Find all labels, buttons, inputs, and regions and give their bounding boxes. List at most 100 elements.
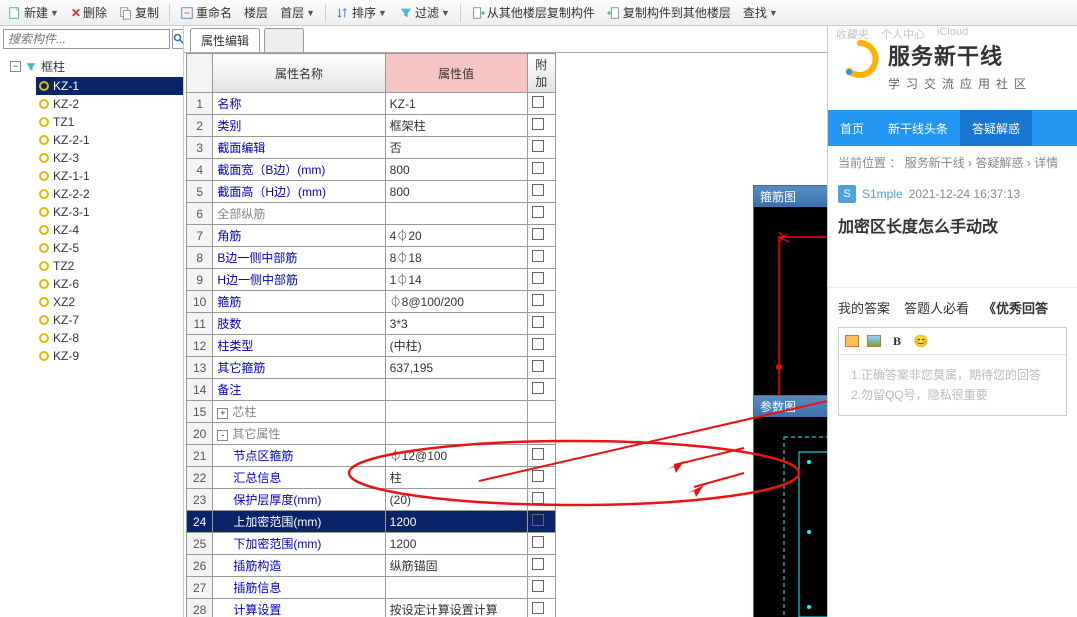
extra-checkbox[interactable] <box>532 250 544 262</box>
rename-icon <box>180 6 194 20</box>
parameter-preview[interactable]: 参数图 <box>753 395 827 617</box>
tree-item-KZ-2[interactable]: KZ-2 <box>36 95 183 113</box>
answer-editor[interactable]: B 😊 1.正确答案非您莫属，期待您的回答 2.勿留QQ号，隐私很重要 <box>838 327 1067 416</box>
extra-checkbox[interactable] <box>532 184 544 196</box>
tree-item-XZ2[interactable]: XZ2 <box>36 293 183 311</box>
tree-item-KZ-3[interactable]: KZ-3 <box>36 149 183 167</box>
emoji-icon[interactable]: 😊 <box>913 333 929 349</box>
tree-item-KZ-2-2[interactable]: KZ-2-2 <box>36 185 183 203</box>
tree-item-KZ-7[interactable]: KZ-7 <box>36 311 183 329</box>
top-floor-button[interactable]: 首层▼ <box>276 2 319 23</box>
tree-item-KZ-1-1[interactable]: KZ-1-1 <box>36 167 183 185</box>
delete-button[interactable]: ✕ 删除 <box>67 2 111 23</box>
search-button[interactable] <box>172 29 184 49</box>
extra-checkbox[interactable] <box>532 492 544 504</box>
extra-checkbox[interactable] <box>532 602 544 614</box>
collapse-icon[interactable]: − <box>10 61 21 72</box>
extra-checkbox[interactable] <box>532 448 544 460</box>
copy-button[interactable]: 复制 <box>115 2 163 23</box>
search-input[interactable] <box>3 29 170 49</box>
copyfrom-icon <box>471 6 485 20</box>
floor-button[interactable]: 楼层 <box>240 2 272 23</box>
prop-row-10[interactable]: 10箍筋⏀8@100/200 <box>187 291 556 313</box>
tree-item-KZ-2-1[interactable]: KZ-2-1 <box>36 131 183 149</box>
tree-item-KZ-4[interactable]: KZ-4 <box>36 221 183 239</box>
sort-button[interactable]: 排序▼ <box>332 2 391 23</box>
crumb-link-1[interactable]: 服务新干线 <box>905 156 965 170</box>
extra-checkbox[interactable] <box>532 316 544 328</box>
tree-root[interactable]: − 框柱 <box>8 56 183 77</box>
prop-row-12[interactable]: 12柱类型(中柱) <box>187 335 556 357</box>
prop-row-6[interactable]: 6全部纵筋 <box>187 203 556 225</box>
prop-row-13[interactable]: 13其它箍筋637,195 <box>187 357 556 379</box>
prop-row-26[interactable]: 26插筋构造纵筋锚固 <box>187 555 556 577</box>
extra-checkbox[interactable] <box>532 118 544 130</box>
tree-item-KZ-8[interactable]: KZ-8 <box>36 329 183 347</box>
prop-row-28[interactable]: 28计算设置按设定计算设置计算 <box>187 599 556 617</box>
prop-row-7[interactable]: 7角筋4⏀20 <box>187 225 556 247</box>
tree-item-KZ-5[interactable]: KZ-5 <box>36 239 183 257</box>
bullet-icon <box>39 243 49 253</box>
prop-row-21[interactable]: 21节点区箍筋⏀12@100 <box>187 445 556 467</box>
col-name-header: 属性名称 <box>213 54 385 93</box>
extra-checkbox[interactable] <box>532 558 544 570</box>
extra-checkbox[interactable] <box>532 536 544 548</box>
hint-2: 2.勿留QQ号，隐私很重要 <box>851 385 1054 405</box>
prop-row-23[interactable]: 23保护层厚度(mm)(20) <box>187 489 556 511</box>
crumb-link-2[interactable]: 答疑解惑 <box>975 156 1023 170</box>
extra-checkbox[interactable] <box>532 338 544 350</box>
tree-item-KZ-1[interactable]: KZ-1 <box>36 77 183 95</box>
tree-item-KZ-6[interactable]: KZ-6 <box>36 275 183 293</box>
prop-row-15[interactable]: 15+芯柱 <box>187 401 556 423</box>
extra-checkbox[interactable] <box>532 382 544 394</box>
tab-inactive[interactable] <box>264 28 304 52</box>
copy-to-button[interactable]: 复制构件到其他楼层 <box>603 2 735 23</box>
extra-checkbox[interactable] <box>532 470 544 482</box>
extra-checkbox[interactable] <box>532 140 544 152</box>
filter-button[interactable]: 过滤▼ <box>395 2 454 23</box>
image-icon[interactable] <box>845 335 859 347</box>
prop-row-14[interactable]: 14备注 <box>187 379 556 401</box>
nav-home[interactable]: 首页 <box>828 110 876 146</box>
extra-checkbox[interactable] <box>532 228 544 240</box>
prop-row-2[interactable]: 2类别框架柱 <box>187 115 556 137</box>
post-user[interactable]: S1mple <box>862 187 903 201</box>
subnav-best[interactable]: 《优秀回答 <box>983 298 1048 317</box>
extra-checkbox[interactable] <box>532 206 544 218</box>
subnav-must[interactable]: 答题人必看 <box>904 298 969 317</box>
prop-row-8[interactable]: 8B边一侧中部筋8⏀18 <box>187 247 556 269</box>
prop-row-5[interactable]: 5截面高（H边）(mm)800 <box>187 181 556 203</box>
nav-qa[interactable]: 答疑解惑 <box>960 110 1032 146</box>
picture-icon[interactable] <box>867 335 881 347</box>
bold-icon[interactable]: B <box>889 333 905 349</box>
subnav-my[interactable]: 我的答案 <box>838 298 890 317</box>
stirrup-preview[interactable]: 箍筋图 <box>753 185 827 395</box>
extra-checkbox[interactable] <box>532 514 544 526</box>
rename-button[interactable]: 重命名 <box>176 2 236 23</box>
tree-item-KZ-9[interactable]: KZ-9 <box>36 347 183 365</box>
prop-row-3[interactable]: 3截面编辑否 <box>187 137 556 159</box>
prop-row-24[interactable]: 24上加密范围(mm)1200 <box>187 511 556 533</box>
prop-row-22[interactable]: 22汇总信息柱 <box>187 467 556 489</box>
prop-row-27[interactable]: 27插筋信息 <box>187 577 556 599</box>
extra-checkbox[interactable] <box>532 360 544 372</box>
tree-item-KZ-3-1[interactable]: KZ-3-1 <box>36 203 183 221</box>
prop-row-1[interactable]: 1名称KZ-1 <box>187 93 556 115</box>
prop-row-20[interactable]: 20-其它属性 <box>187 423 556 445</box>
prop-row-25[interactable]: 25下加密范围(mm)1200 <box>187 533 556 555</box>
tab-properties[interactable]: 属性编辑 <box>190 28 260 52</box>
extra-checkbox[interactable] <box>532 96 544 108</box>
find-button[interactable]: 查找▼ <box>739 2 782 23</box>
nav-news[interactable]: 新干线头条 <box>876 110 960 146</box>
extra-checkbox[interactable] <box>532 580 544 592</box>
extra-checkbox[interactable] <box>532 162 544 174</box>
new-button[interactable]: 新建▼ <box>4 2 63 23</box>
extra-checkbox[interactable] <box>532 294 544 306</box>
prop-row-11[interactable]: 11肢数3*3 <box>187 313 556 335</box>
prop-row-9[interactable]: 9H边一侧中部筋1⏀14 <box>187 269 556 291</box>
prop-row-4[interactable]: 4截面宽（B边）(mm)800 <box>187 159 556 181</box>
extra-checkbox[interactable] <box>532 272 544 284</box>
tree-item-TZ1[interactable]: TZ1 <box>36 113 183 131</box>
copy-from-button[interactable]: 从其他楼层复制构件 <box>467 2 599 23</box>
tree-item-TZ2[interactable]: TZ2 <box>36 257 183 275</box>
